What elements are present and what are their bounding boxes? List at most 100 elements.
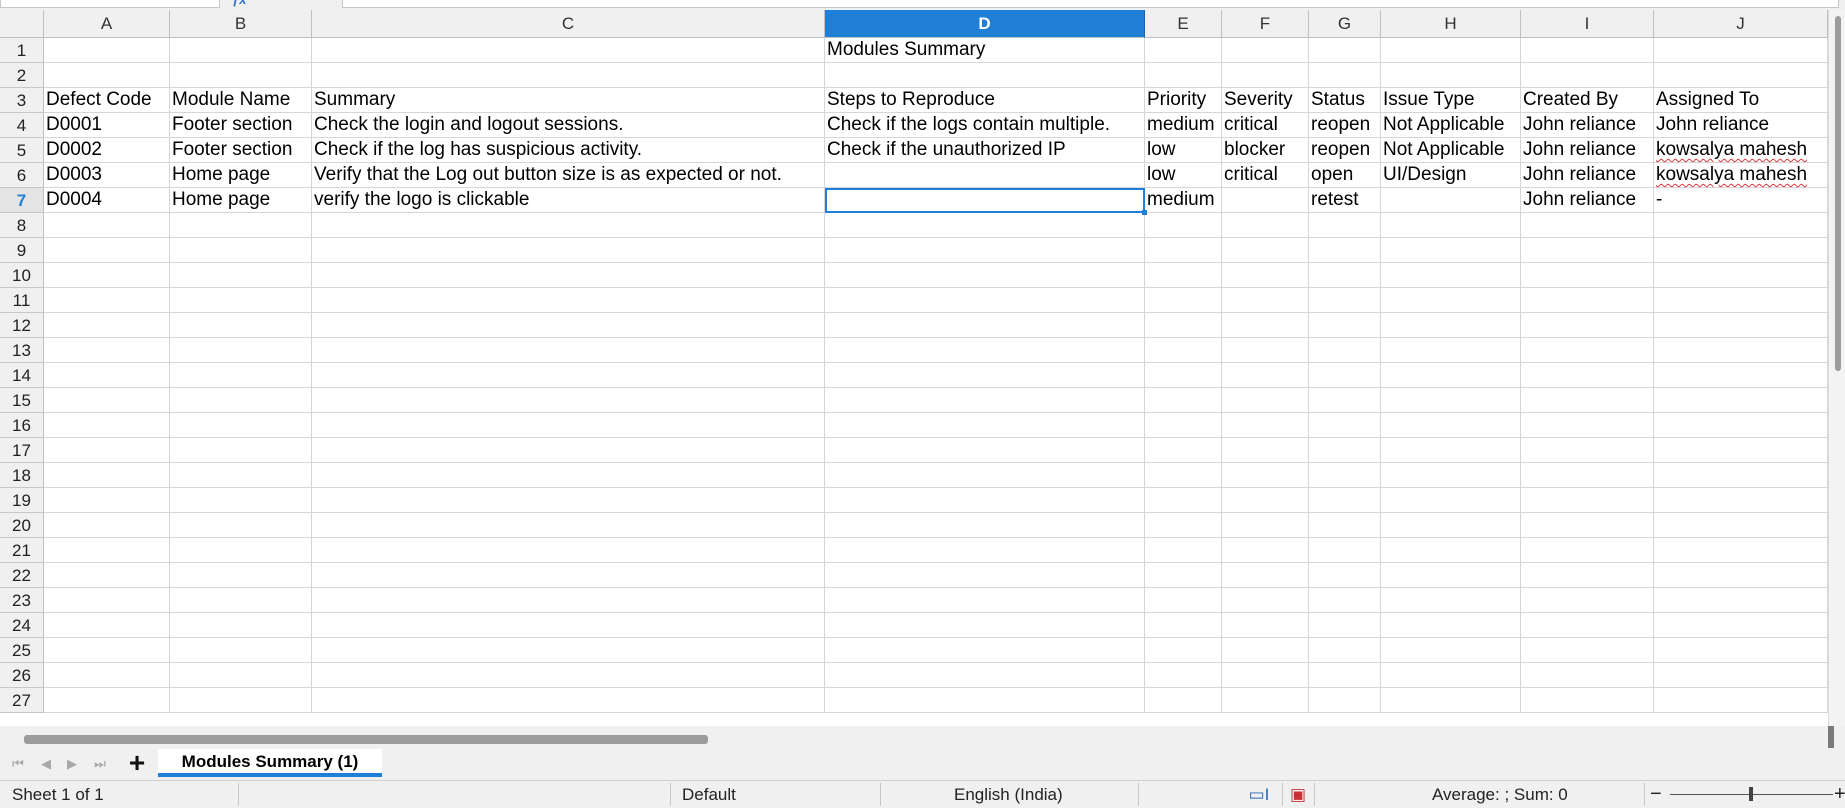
row-header-7[interactable]: 7: [0, 188, 44, 213]
cell-e10[interactable]: [1145, 263, 1222, 288]
cell-h19[interactable]: [1381, 488, 1521, 513]
cell-c22[interactable]: [312, 563, 825, 588]
row-header-9[interactable]: 9: [0, 238, 44, 263]
cell-h23[interactable]: [1381, 588, 1521, 613]
column-header-b[interactable]: B: [170, 10, 312, 38]
cell-e22[interactable]: [1145, 563, 1222, 588]
cell-i2[interactable]: [1521, 63, 1654, 88]
cell-d21[interactable]: [825, 538, 1145, 563]
first-sheet-icon[interactable]: ⏮: [8, 754, 28, 774]
cell-c16[interactable]: [312, 413, 825, 438]
cell-a9[interactable]: [44, 238, 170, 263]
cell-b5[interactable]: Footer section: [170, 138, 312, 163]
cell-d3[interactable]: Steps to Reproduce: [825, 88, 1145, 113]
cell-a16[interactable]: [44, 413, 170, 438]
cell-b8[interactable]: [170, 213, 312, 238]
selection-mode-icon[interactable]: ▭I: [1246, 781, 1272, 808]
cell-a24[interactable]: [44, 613, 170, 638]
cell-b7[interactable]: Home page: [170, 188, 312, 213]
cell-h15[interactable]: [1381, 388, 1521, 413]
row-header-26[interactable]: 26: [0, 663, 44, 688]
cell-c9[interactable]: [312, 238, 825, 263]
cell-f2[interactable]: [1222, 63, 1309, 88]
cell-e5[interactable]: low: [1145, 138, 1222, 163]
row-header-22[interactable]: 22: [0, 563, 44, 588]
cell-f17[interactable]: [1222, 438, 1309, 463]
cell-d14[interactable]: [825, 363, 1145, 388]
cell-h25[interactable]: [1381, 638, 1521, 663]
add-sheet-button[interactable]: +: [124, 749, 150, 777]
cell-f25[interactable]: [1222, 638, 1309, 663]
cell-d4[interactable]: Check if the logs contain multiple.: [825, 113, 1145, 138]
cell-a26[interactable]: [44, 663, 170, 688]
cell-g6[interactable]: open: [1309, 163, 1381, 188]
cell-g27[interactable]: [1309, 688, 1381, 713]
cell-d5[interactable]: Check if the unauthorized IP: [825, 138, 1145, 163]
row-header-25[interactable]: 25: [0, 638, 44, 663]
cell-e1[interactable]: [1145, 38, 1222, 63]
cell-e13[interactable]: [1145, 338, 1222, 363]
page-style[interactable]: Default: [682, 781, 736, 808]
cell-g10[interactable]: [1309, 263, 1381, 288]
cell-c8[interactable]: [312, 213, 825, 238]
cell-f26[interactable]: [1222, 663, 1309, 688]
zoom-slider-thumb[interactable]: [1749, 787, 1753, 801]
cell-h4[interactable]: Not Applicable: [1381, 113, 1521, 138]
cell-i27[interactable]: [1521, 688, 1654, 713]
cell-g17[interactable]: [1309, 438, 1381, 463]
cell-g7[interactable]: retest: [1309, 188, 1381, 213]
cell-a7[interactable]: D0004: [44, 188, 170, 213]
cell-d24[interactable]: [825, 613, 1145, 638]
cell-c5[interactable]: Check if the log has suspicious activity…: [312, 138, 825, 163]
cell-g1[interactable]: [1309, 38, 1381, 63]
cell-j9[interactable]: [1654, 238, 1828, 263]
row-header-4[interactable]: 4: [0, 113, 44, 138]
cell-g23[interactable]: [1309, 588, 1381, 613]
cell-c11[interactable]: [312, 288, 825, 313]
row-header-23[interactable]: 23: [0, 588, 44, 613]
cell-j15[interactable]: [1654, 388, 1828, 413]
cell-g22[interactable]: [1309, 563, 1381, 588]
cell-j10[interactable]: [1654, 263, 1828, 288]
cell-d25[interactable]: [825, 638, 1145, 663]
cell-e8[interactable]: [1145, 213, 1222, 238]
cell-i10[interactable]: [1521, 263, 1654, 288]
cell-j21[interactable]: [1654, 538, 1828, 563]
cell-c26[interactable]: [312, 663, 825, 688]
cell-f14[interactable]: [1222, 363, 1309, 388]
cell-d11[interactable]: [825, 288, 1145, 313]
cell-c6[interactable]: Verify that the Log out button size is a…: [312, 163, 825, 188]
cell-f7[interactable]: [1222, 188, 1309, 213]
cell-e11[interactable]: [1145, 288, 1222, 313]
column-header-h[interactable]: H: [1381, 10, 1521, 38]
cell-f15[interactable]: [1222, 388, 1309, 413]
cell-h17[interactable]: [1381, 438, 1521, 463]
cell-g3[interactable]: Status: [1309, 88, 1381, 113]
cell-j19[interactable]: [1654, 488, 1828, 513]
cell-f22[interactable]: [1222, 563, 1309, 588]
cell-h10[interactable]: [1381, 263, 1521, 288]
cell-a17[interactable]: [44, 438, 170, 463]
document-modified-icon[interactable]: ▣: [1290, 781, 1306, 808]
cell-e3[interactable]: Priority: [1145, 88, 1222, 113]
cell-d8[interactable]: [825, 213, 1145, 238]
cell-d20[interactable]: [825, 513, 1145, 538]
zoom-out-button[interactable]: −: [1650, 781, 1662, 808]
cell-a22[interactable]: [44, 563, 170, 588]
cell-e19[interactable]: [1145, 488, 1222, 513]
cell-b14[interactable]: [170, 363, 312, 388]
cell-f13[interactable]: [1222, 338, 1309, 363]
cell-j11[interactable]: [1654, 288, 1828, 313]
cell-c27[interactable]: [312, 688, 825, 713]
spreadsheet-grid[interactable]: A B C D E F G H I J 1 2 3 4 5 6 7 8 9 10 11 12 13 14 15 16 17 18 19 2…: [0, 10, 1828, 726]
cell-e18[interactable]: [1145, 463, 1222, 488]
sheet-tab[interactable]: Modules Summary (1): [158, 749, 382, 777]
cell-i21[interactable]: [1521, 538, 1654, 563]
cell-h20[interactable]: [1381, 513, 1521, 538]
cell-i9[interactable]: [1521, 238, 1654, 263]
row-header-12[interactable]: 12: [0, 313, 44, 338]
formula-input[interactable]: [342, 0, 1839, 8]
cell-i11[interactable]: [1521, 288, 1654, 313]
cell-c13[interactable]: [312, 338, 825, 363]
cell-a5[interactable]: D0002: [44, 138, 170, 163]
